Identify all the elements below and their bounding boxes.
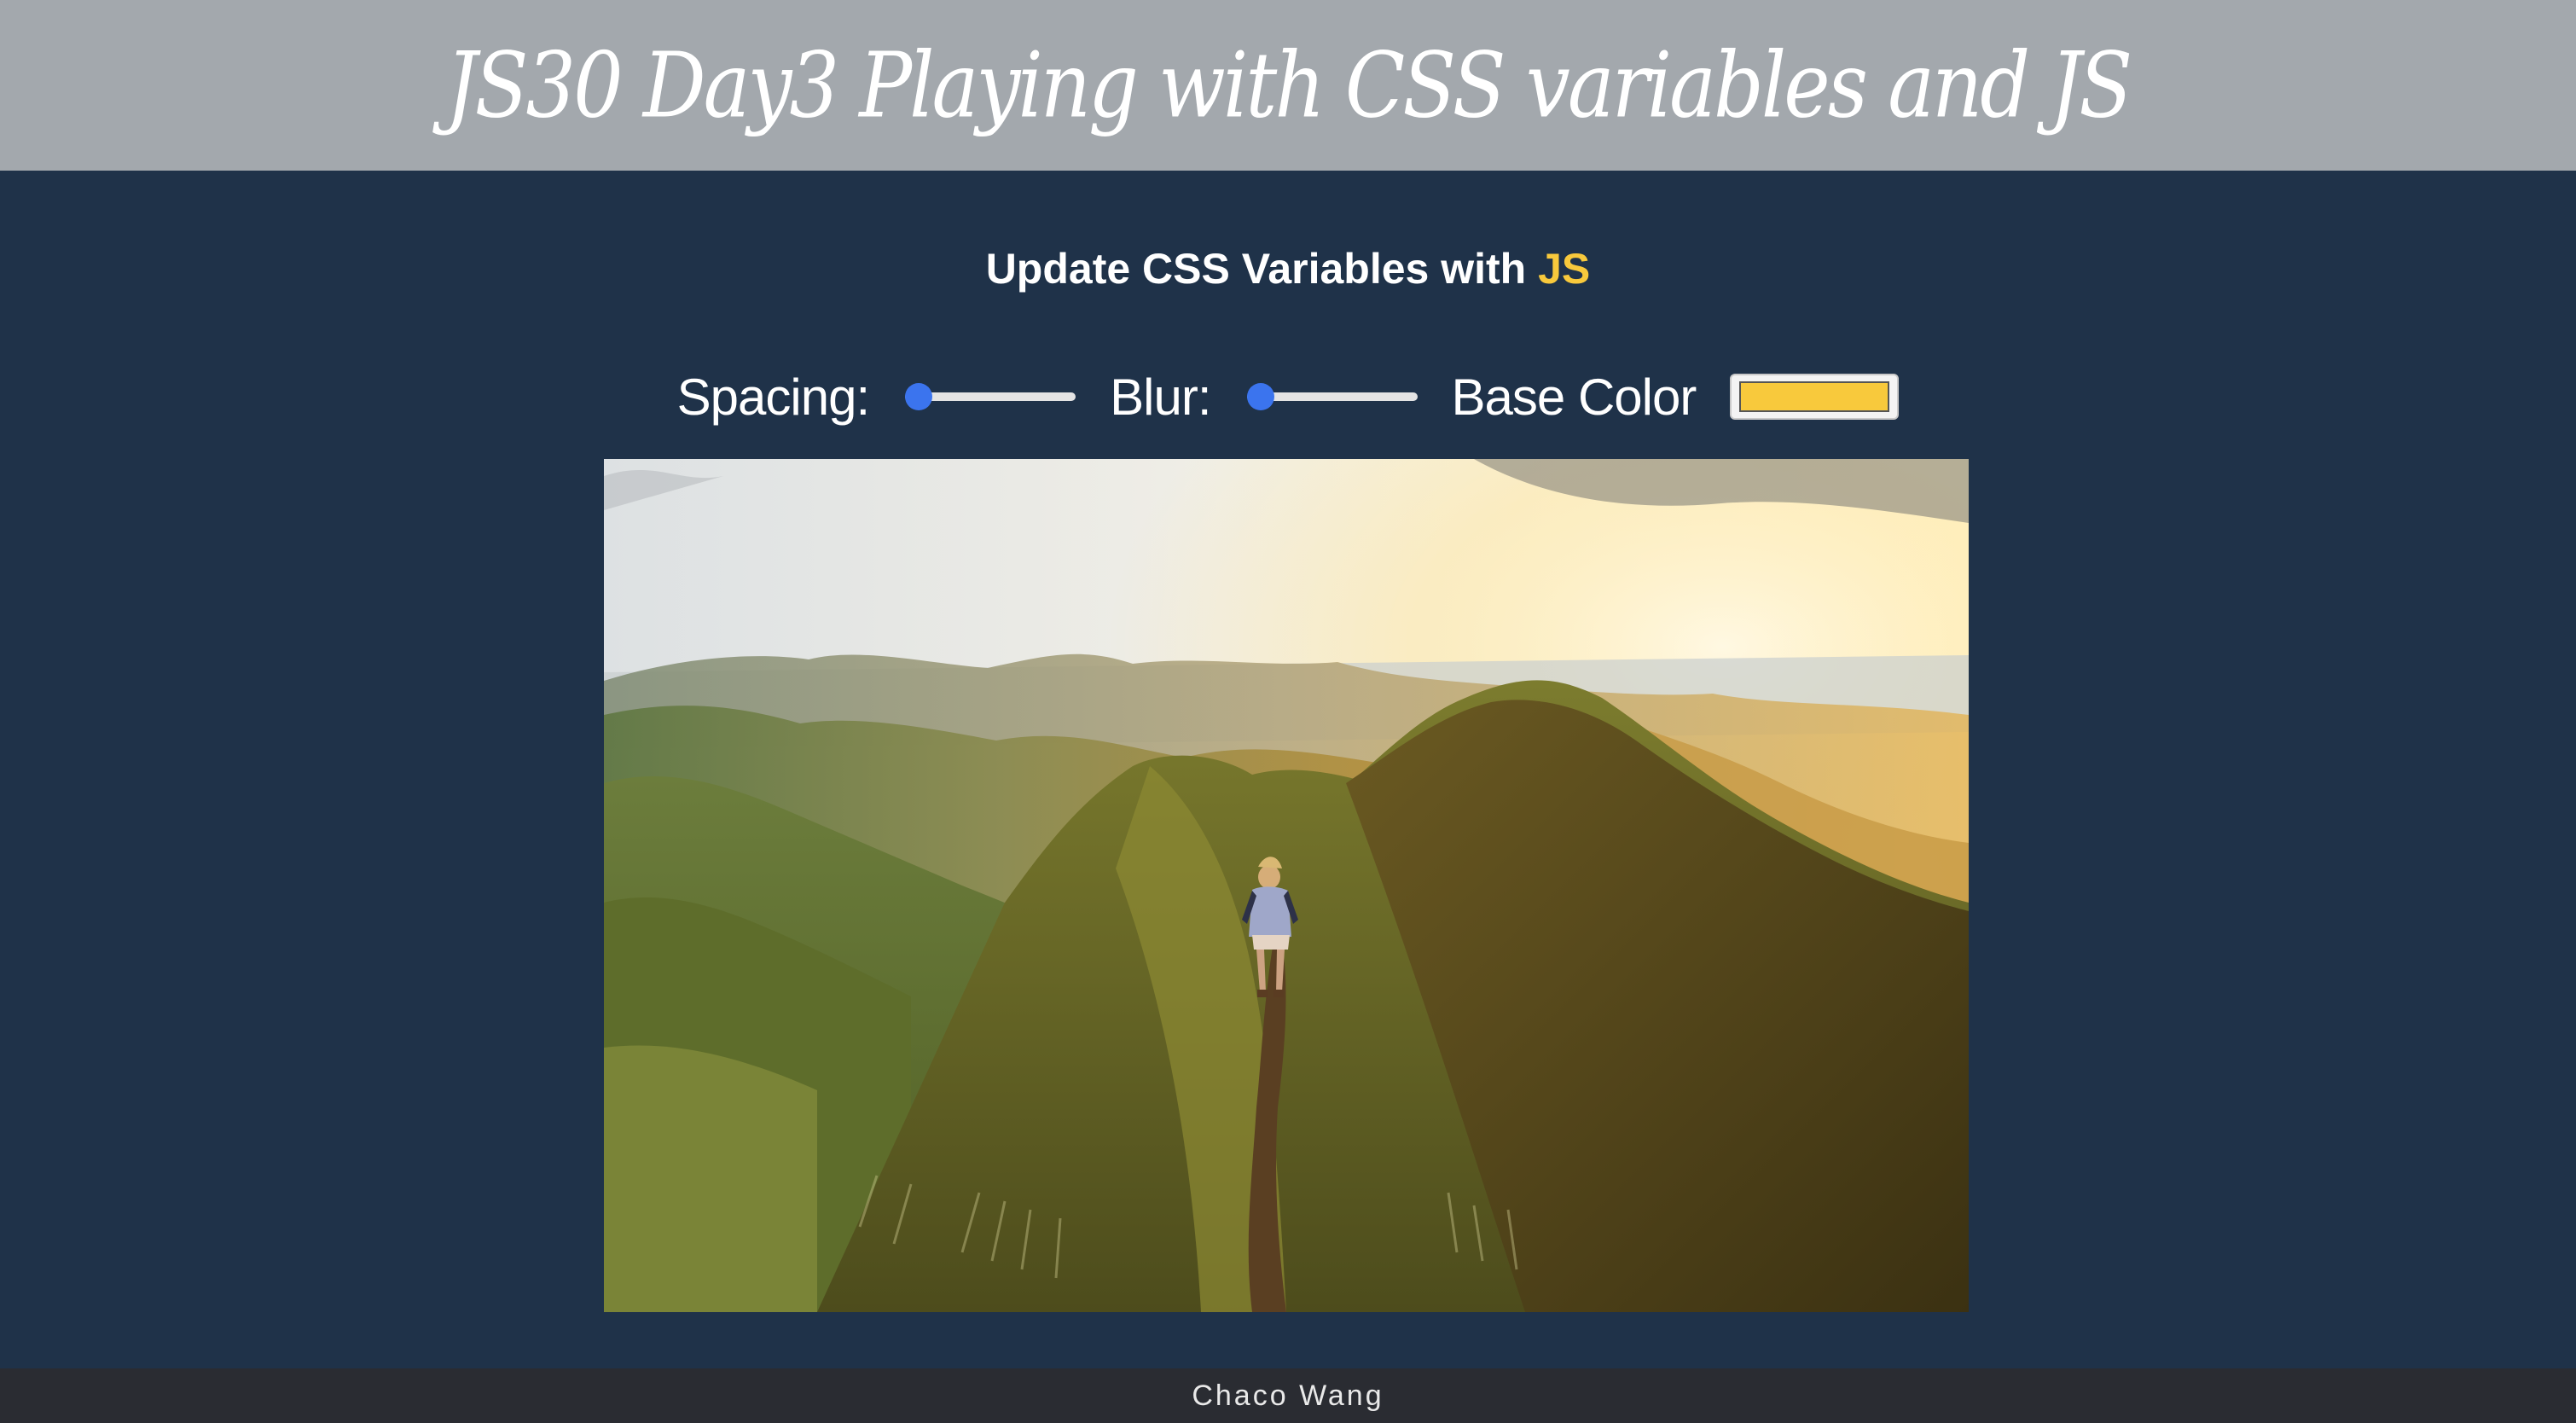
- mountain-photo: [604, 459, 1969, 1312]
- spacing-label: Spacing:: [676, 368, 870, 426]
- base-color-picker[interactable]: [1730, 374, 1900, 420]
- blur-label: Blur:: [1110, 368, 1211, 426]
- footer-author: Chaco Wang: [1192, 1379, 1384, 1412]
- top-banner: JS30 Day3 Playing with CSS variables and…: [0, 0, 2576, 171]
- heading-text: Update CSS Variables with: [985, 245, 1539, 293]
- blur-slider[interactable]: [1246, 380, 1418, 414]
- page-title: JS30 Day3 Playing with CSS variables and…: [445, 32, 2133, 138]
- spacing-slider-thumb[interactable]: [905, 383, 933, 410]
- base-color-swatch[interactable]: [1739, 381, 1890, 412]
- blur-slider-thumb[interactable]: [1246, 383, 1274, 410]
- footer: Chaco Wang: [0, 1368, 2576, 1423]
- controls-bar: Spacing: Blur: Base Color: [0, 358, 2576, 435]
- spacing-slider[interactable]: [905, 380, 1076, 414]
- heading-highlight: JS: [1538, 245, 1591, 293]
- section-heading: Update CSS Variables with JS: [0, 239, 2576, 299]
- base-color-label: Base Color: [1451, 368, 1697, 426]
